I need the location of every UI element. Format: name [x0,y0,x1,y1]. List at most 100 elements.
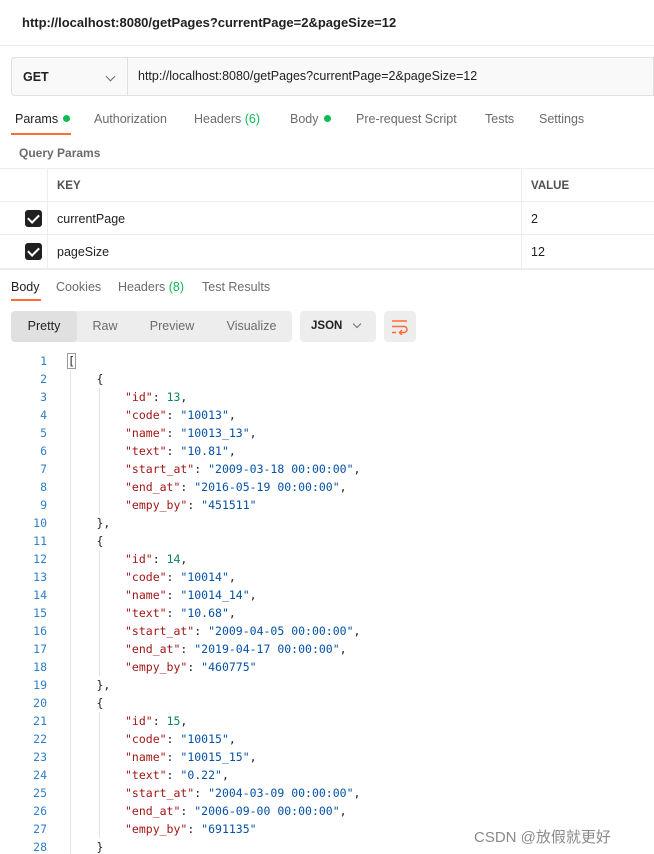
pretty-button[interactable]: Pretty [11,311,77,342]
tab-params[interactable]: Params [15,112,71,126]
response-body-viewer[interactable]: 1[2{3 "id": 13, 4 "code": "10013", 5 "name": … [0,352,654,854]
tab-label: Cookies [56,280,102,294]
line-number: 21 [33,714,47,728]
watermark: CSDN @放假就更好 [474,829,611,846]
line-number: 18 [33,660,47,674]
tab-authorization[interactable]: Authorization [94,112,167,126]
code-text: "id": 14, [125,552,188,566]
line-number: 1 [40,354,47,368]
response-tabs: Body Cookies Headers (8) Test Results [0,272,654,302]
line-number: 27 [33,822,47,836]
check-cell [0,235,48,268]
tab-test-results[interactable]: Test Results [202,280,270,294]
line-number: 28 [33,840,47,854]
line-number: 8 [40,480,47,494]
code-text: [ [67,352,76,370]
view-mode-toolbar: Pretty Raw Preview Visualize [11,311,292,342]
pane-divider[interactable] [0,268,654,270]
tab-body[interactable]: Body [290,112,331,126]
code-text: "start_at": "2004-03-09 00:00:00", [125,786,361,800]
tab-label: Test Results [202,280,271,294]
table-header-row: KEY VALUE [0,168,654,202]
url-input[interactable]: http://localhost:8080/getPages?currentPa… [138,69,477,83]
code-text: "empy_by": "691135" [125,822,257,836]
tab-label: Authorization [94,112,167,126]
key-header: KEY [57,180,81,192]
query-params-title: Query Params [19,146,101,160]
param-checkbox[interactable] [25,210,42,227]
key-cell[interactable]: pageSize [48,235,522,268]
tab-headers[interactable]: Headers (6) [194,112,260,126]
line-number: 10 [33,516,47,530]
headers-count: (6) [244,112,261,126]
code-text: "id": 15, [125,714,188,728]
value-cell[interactable]: 12 [522,235,654,268]
tab-label: Headers [194,112,242,126]
table-row: currentPage 2 [0,201,654,235]
code-text: "start_at": "2009-03-18 00:00:00", [125,462,361,476]
active-tab-underline [11,133,71,135]
tab-label: Params [15,112,59,126]
request-title: http://localhost:8080/getPages?currentPa… [22,15,397,30]
code-text: "name": "10013_13", [125,426,257,440]
tab-label: Pre-request Script [356,112,457,126]
code-text: "empy_by": "451511" [125,498,257,512]
line-number: 3 [40,390,47,404]
code-text: "text": "0.22", [125,768,229,782]
code-text: "end_at": "2019-04-17 00:00:00", [125,642,347,656]
raw-button[interactable]: Raw [77,311,133,342]
request-bar: GET http://localhost:8080/getPages?curre… [11,57,654,96]
preview-button[interactable]: Preview [133,311,211,342]
code-text: { [96,696,104,710]
indent-guide [98,388,100,514]
line-number: 11 [33,534,47,548]
code-text: "name": "10014_14", [125,588,257,602]
indent-guide [98,712,100,838]
format-select[interactable]: JSON [300,311,376,342]
body-status-dot [323,115,331,122]
tab-response-body[interactable]: Body [11,280,40,294]
tab-settings[interactable]: Settings [539,112,584,126]
wrap-lines-button[interactable] [384,311,416,342]
line-number: 6 [40,444,47,458]
format-label: JSON [311,320,343,332]
line-number: 17 [33,642,47,656]
line-number: 22 [33,732,47,746]
tab-label: Settings [539,112,585,126]
param-checkbox[interactable] [25,243,42,260]
key-header-cell: KEY [48,169,522,202]
code-text: "code": "10015", [125,732,236,746]
chevron-down-icon [105,71,116,82]
check-cell [0,202,48,235]
line-number: 20 [33,696,47,710]
line-number: 25 [33,786,47,800]
visualize-button[interactable]: Visualize [211,311,292,342]
params-status-dot [63,115,71,122]
indent-guide [98,550,100,676]
line-number: 7 [40,462,47,476]
key-cell[interactable]: currentPage [48,202,522,235]
request-tabs: Params Authorization Headers (6) Body Pr… [0,104,654,138]
tab-response-headers[interactable]: Headers (8) [118,280,184,294]
header-check-cell [0,169,48,202]
code-text: "code": "10014", [125,570,236,584]
line-number: 4 [40,408,47,422]
method-select[interactable]: GET [12,58,128,95]
code-text: "empy_by": "460775" [125,660,257,674]
value-cell[interactable]: 2 [522,202,654,235]
param-value: 2 [531,212,538,226]
line-number: 14 [33,588,47,602]
method-label: GET [23,70,49,84]
param-value: 12 [531,245,545,259]
table-row: pageSize 12 [0,234,654,268]
tab-cookies[interactable]: Cookies [56,280,101,294]
tab-label: Tests [485,112,515,126]
param-key: pageSize [57,245,110,259]
tab-tests[interactable]: Tests [485,112,514,126]
code-line: 10}, [0,514,654,532]
tab-pre-request-script[interactable]: Pre-request Script [356,112,457,126]
tab-label: Body [290,112,319,126]
line-number: 5 [40,426,47,440]
code-text: "code": "10013", [125,408,236,422]
response-headers-count: (8) [168,280,185,294]
